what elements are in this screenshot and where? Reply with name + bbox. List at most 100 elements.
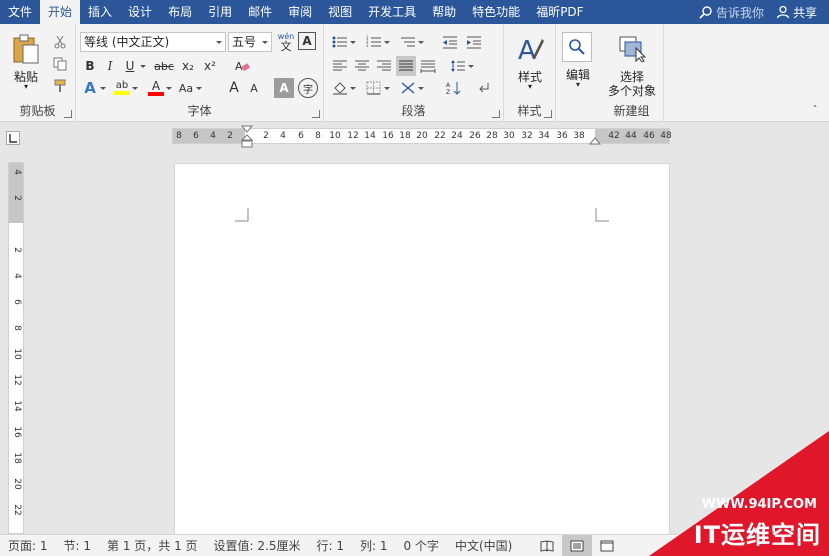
tab-stop-selector[interactable] [6,131,20,145]
phonetic-guide-button[interactable]: wén 文 [276,30,296,54]
tab-design[interactable]: 设计 [120,0,160,24]
borders-icon[interactable] [364,78,390,98]
bullets-icon[interactable] [330,32,356,52]
share-button[interactable]: 共享 [772,4,829,21]
web-layout-icon[interactable] [592,535,622,556]
tab-view[interactable]: 视图 [320,0,360,24]
sort-icon[interactable]: AZ [444,78,464,98]
status-page-count[interactable]: 第 1 页，共 1 页 [99,537,206,554]
distributed-icon[interactable] [418,56,438,76]
font-case-button[interactable]: Aa [176,78,202,98]
format-painter-icon[interactable] [50,76,70,96]
hruler-tick: 24 [451,131,463,141]
read-mode-icon[interactable] [532,535,562,556]
bold-button[interactable]: B [80,56,100,76]
enclose-chars-button[interactable]: 字 [298,78,318,98]
styles-launcher[interactable] [544,110,552,118]
hruler-tick: 28 [486,131,498,141]
status-section[interactable]: 节: 1 [56,537,100,554]
tab-mailings[interactable]: 邮件 [240,0,280,24]
hruler-tick: 36 [556,131,568,141]
tell-me-box[interactable]: 告诉我你 [691,4,772,21]
shading-icon[interactable] [330,78,356,98]
status-line[interactable]: 行: 1 [308,537,352,554]
tab-insert[interactable]: 插入 [80,0,120,24]
strikethrough-button[interactable]: abc [154,56,174,76]
tab-foxit-pdf[interactable]: 福昕PDF [528,0,591,24]
shrink-font-button[interactable]: A [244,78,264,98]
styles-button[interactable]: A [514,32,546,66]
text-effects-button[interactable]: A [80,78,106,98]
align-center-icon[interactable] [352,56,372,76]
indent-marker-icon[interactable] [241,125,253,149]
char-border-button[interactable]: A [298,32,316,50]
clipboard-launcher[interactable] [64,110,72,118]
hruler-tick: 32 [521,131,533,141]
font-group: 等线 (中文正文) 五号 wén 文 A B I U abc x₂ x² A A… [76,24,324,122]
status-position[interactable]: 设置值: 2.5厘米 [206,537,309,554]
numbering-icon[interactable]: 123 [364,32,390,52]
watermark: WWW.94IP.COM IT运维空间 [649,431,829,556]
vertical-ruler[interactable]: 4 2 2 4 6 8 10 12 14 16 18 20 22 [8,162,24,534]
multilevel-list-icon[interactable] [398,32,424,52]
share-label: 共享 [792,5,817,20]
tab-file[interactable]: 文件 [0,0,40,24]
clear-formatting-icon[interactable]: A [232,56,252,76]
tab-developer[interactable]: 开发工具 [360,0,424,24]
copy-icon[interactable] [50,54,70,74]
subscript-button[interactable]: x₂ [178,56,198,76]
chinese-layout-icon[interactable] [398,78,424,98]
left-margin-area [173,129,245,143]
crop-mark-top-right-icon [595,208,609,222]
hruler-tick: 42 [608,131,620,141]
horizontal-ruler[interactable]: 8 6 4 2 2 4 6 8 10 12 14 16 18 20 22 24 26 28 30 32 34 36 38 42… [172,125,672,148]
underline-button[interactable]: U [120,56,146,76]
cut-icon[interactable] [50,32,70,52]
hruler-tick: 20 [416,131,428,141]
vruler-tick: 2 [12,195,22,201]
justify-icon[interactable] [396,56,416,76]
status-word-count[interactable]: 0 个字 [395,537,446,554]
status-page[interactable]: 页面: 1 [0,537,56,554]
italic-button[interactable]: I [100,56,120,76]
status-column[interactable]: 列: 1 [352,537,396,554]
collapse-ribbon-icon[interactable]: ˆ [809,105,821,116]
view-buttons [532,535,622,556]
font-name-combo[interactable]: 等线 (中文正文) [80,32,226,52]
font-size-value: 五号 [232,35,257,49]
editing-button[interactable] [562,32,592,62]
document-page[interactable] [174,163,670,535]
print-layout-icon[interactable] [562,535,593,556]
show-formatting-marks-icon[interactable] [474,78,494,98]
line-spacing-icon[interactable] [448,56,474,76]
paragraph-launcher[interactable] [492,110,500,118]
align-right-icon[interactable] [374,56,394,76]
paste-button[interactable] [10,32,42,66]
select-multiple-objects-button[interactable] [616,32,648,64]
tab-help[interactable]: 帮助 [424,0,464,24]
highlight-button[interactable]: ab [112,78,138,98]
hruler-tick: 38 [573,131,585,141]
grow-font-button[interactable]: A [224,78,244,98]
char-shading-button[interactable]: A [274,78,294,98]
tab-special-features[interactable]: 特色功能 [464,0,528,24]
font-color-button[interactable]: A [146,78,172,98]
increase-indent-icon[interactable] [464,32,484,52]
person-icon [776,5,790,19]
tab-home[interactable]: 开始 [40,0,81,24]
tab-references[interactable]: 引用 [200,0,240,24]
tab-layout[interactable]: 布局 [160,0,200,24]
tab-review[interactable]: 审阅 [280,0,320,24]
hruler-tick: 14 [364,131,376,141]
align-left-icon[interactable] [330,56,350,76]
styles-dropdown-arrow[interactable]: ▾ [508,82,552,91]
font-size-combo[interactable]: 五号 [228,32,272,52]
decrease-indent-icon[interactable] [440,32,460,52]
font-launcher[interactable] [312,110,320,118]
editing-dropdown-arrow[interactable]: ▾ [556,80,600,89]
status-language[interactable]: 中文(中国) [447,537,520,554]
right-indent-marker-icon[interactable] [589,137,601,145]
superscript-button[interactable]: x² [200,56,220,76]
paste-dropdown-arrow[interactable]: ▾ [8,82,44,91]
highlight-glyph: ab [115,80,129,91]
